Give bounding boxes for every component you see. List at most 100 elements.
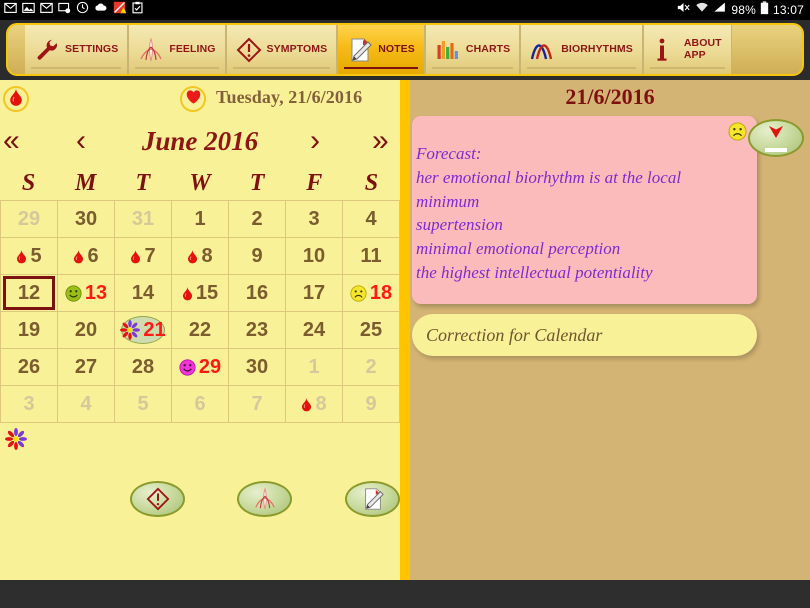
calendar-day-cell[interactable]: 14	[115, 275, 172, 312]
calendar-day-cell[interactable]: 3	[1, 386, 58, 423]
calendar-day-cell[interactable]: 13	[58, 275, 115, 312]
calendar-day-content: 3	[23, 393, 34, 416]
tab-feeling[interactable]: FEELING	[128, 25, 226, 74]
calendar-day-cell[interactable]: 28	[115, 349, 172, 386]
calendar-day-cell[interactable]: 1	[172, 201, 229, 238]
blood-drop-icon	[16, 249, 27, 264]
warning-diamond-icon	[236, 37, 262, 63]
scroll-down-button[interactable]	[748, 119, 804, 157]
calendar-day-cell[interactable]: 21	[115, 312, 172, 349]
calendar-day-cell[interactable]: 25	[343, 312, 400, 349]
calendar-day-number: 9	[365, 392, 377, 415]
calendar-day-cell[interactable]: 1	[286, 349, 343, 386]
forecast-note-card[interactable]: Forecast: her emotional biorhythm is at t…	[412, 116, 757, 304]
calendar-day-cell[interactable]: 18	[343, 275, 400, 312]
calendar-day-cell[interactable]: 9	[229, 238, 286, 275]
calendar-day-cell[interactable]: 5	[115, 386, 172, 423]
calendar-day-cell[interactable]: 11	[343, 238, 400, 275]
calendar-day-cell[interactable]: 17	[286, 275, 343, 312]
calendar-day-cell[interactable]: 15	[172, 275, 229, 312]
calendar-day-cell[interactable]: 4	[58, 386, 115, 423]
calendar-day-cell[interactable]: 27	[58, 349, 115, 386]
feeling-icon	[253, 487, 277, 511]
calendar-day-number: 4	[365, 207, 377, 230]
calendar-day-content: 27	[75, 356, 97, 379]
calendar-day-cell[interactable]: 12	[1, 275, 58, 312]
calendar-day-cell[interactable]: 8	[286, 386, 343, 423]
calendar-day-cell[interactable]: 2	[229, 201, 286, 238]
calendar-day-cell[interactable]: 16	[229, 275, 286, 312]
calendar-day-content: 29	[179, 356, 221, 379]
calendar-day-cell[interactable]: 5	[1, 238, 58, 275]
correction-for-calendar-input[interactable]: Correction for Calendar	[412, 314, 757, 356]
info-icon	[653, 37, 679, 63]
blood-drop-button[interactable]	[3, 86, 29, 112]
calendar-day-cell[interactable]: 22	[172, 312, 229, 349]
feeling-button[interactable]	[237, 481, 292, 517]
calendar-day-content: 9	[251, 245, 262, 268]
forecast-line: supertension	[416, 215, 503, 235]
calendar-day-cell[interactable]: 29	[172, 349, 229, 386]
calendar-day-cell[interactable]: 29	[1, 201, 58, 238]
calendar-day-content: 4	[80, 393, 91, 416]
tab-charts[interactable]: CHARTS	[424, 25, 521, 74]
calendar-day-cell[interactable]: 30	[58, 201, 115, 238]
next-year-button[interactable]: »	[372, 118, 389, 164]
calendar-day-content: 5	[16, 245, 42, 268]
calendar-day-cell[interactable]: 7	[229, 386, 286, 423]
calendar-day-cell[interactable]: 6	[172, 386, 229, 423]
calendar-day-content: 19	[18, 319, 40, 342]
calendar-day-content: 4	[365, 208, 376, 231]
tab-notes[interactable]: NOTES	[337, 25, 425, 74]
calendar-day-cell[interactable]: 31	[115, 201, 172, 238]
tab-symptoms[interactable]: SYMPTOMS	[225, 25, 338, 74]
calendar-day-cell[interactable]: 10	[286, 238, 343, 275]
calendar-day-cell[interactable]: 6	[58, 238, 115, 275]
calendar-day-cell[interactable]: 8	[172, 238, 229, 275]
calendar-day-number: 1	[308, 355, 320, 378]
calendar-day-cell[interactable]: 7	[115, 238, 172, 275]
status-bar-notification-icons	[0, 1, 144, 19]
today-date-label: Tuesday, 21/6/2016	[216, 87, 363, 107]
calendar-day-cell[interactable]: 4	[343, 201, 400, 238]
calendar-day-content: 11	[360, 245, 381, 268]
warning-diamond-icon	[146, 487, 170, 511]
tab-biorhythms[interactable]: BIORHYTHMS	[520, 25, 643, 74]
image-icon	[22, 1, 35, 19]
notes-button[interactable]	[345, 481, 400, 517]
calendar-day-cell[interactable]: 3	[286, 201, 343, 238]
calendar-day-cell[interactable]: 24	[286, 312, 343, 349]
tab-about-app[interactable]: ABOUT APP	[642, 25, 732, 74]
app-root: 98% 13:07 SETTINGS FEELING SYMPTOMS NOTE…	[0, 0, 810, 608]
calendar-day-cell[interactable]: 20	[58, 312, 115, 349]
calendar-day-number: 5	[137, 392, 149, 415]
calendar-day-number: 25	[359, 318, 383, 341]
arrow-underline	[765, 147, 787, 152]
calendar-day-content: 12	[18, 282, 40, 305]
month-navigation-row: « ‹ June 2016 › »	[0, 118, 400, 164]
calendar-day-cell[interactable]: 30	[229, 349, 286, 386]
calendar-grid: 29 30 31 1 2 3 4 5 6 7 8 9 10 11 12 13 14 15 16 17 18 19 20 21 2…	[0, 200, 400, 423]
calendar-day-content: 8	[301, 393, 327, 416]
next-month-button[interactable]: ›	[310, 118, 320, 164]
calendar-day-cell[interactable]: 23	[229, 312, 286, 349]
weekday-header-1: M	[75, 170, 97, 196]
tab-bar: SETTINGS FEELING SYMPTOMS NOTES CHARTS B…	[6, 23, 804, 76]
calendar-day-cell[interactable]: 26	[1, 349, 58, 386]
tab-notes-label: NOTES	[378, 42, 415, 55]
calendar-day-number: 20	[74, 318, 98, 341]
symptoms-button[interactable]	[130, 481, 185, 517]
calendar-day-number: 2	[365, 355, 377, 378]
tab-settings[interactable]: SETTINGS	[25, 25, 129, 74]
happy-face-magenta-icon	[179, 358, 196, 376]
blood-drop-icon	[9, 88, 23, 111]
calendar-day-cell[interactable]: 19	[1, 312, 58, 349]
heart-icon	[185, 89, 202, 110]
calendar-day-cell[interactable]: 2	[343, 349, 400, 386]
heart-button[interactable]	[180, 86, 206, 112]
calendar-day-cell[interactable]: 9	[343, 386, 400, 423]
blood-drop-icon	[130, 249, 141, 264]
signal-icon	[713, 1, 727, 19]
forecast-text: Forecast: her emotional biorhythm is at t…	[416, 142, 743, 285]
calendar-day-number: 6	[194, 392, 206, 415]
